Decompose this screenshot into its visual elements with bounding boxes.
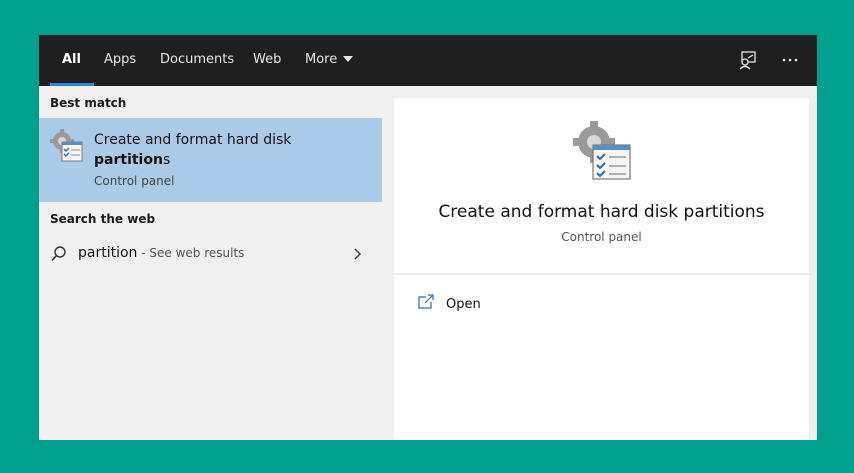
- preview-subtitle: Control panel: [561, 230, 642, 244]
- tab-more[interactable]: More: [305, 35, 354, 86]
- tab-more-label: More: [305, 52, 338, 67]
- tab-web[interactable]: Web: [253, 35, 281, 86]
- web-results-hint: - See web results: [137, 246, 245, 260]
- web-search-query: partition - See web results: [78, 245, 244, 261]
- tab-all-label: All: [62, 52, 81, 67]
- ellipsis-icon[interactable]: [779, 49, 801, 71]
- feedback-icon[interactable]: [737, 49, 759, 71]
- best-match-title-prefix: Create and format hard disk: [94, 132, 292, 148]
- best-match-title-suffix: s: [162, 152, 171, 168]
- web-query-text: partition: [78, 245, 138, 261]
- tab-documents-label: Documents: [160, 52, 235, 67]
- top-navigation-bar: All Apps Documents Web More: [39, 35, 817, 86]
- best-match-title-highlight: partition: [94, 152, 163, 168]
- open-action[interactable]: Open: [446, 297, 481, 312]
- best-match-heading: Best match: [50, 96, 127, 110]
- tab-apps-label: Apps: [104, 52, 137, 67]
- web-search-result[interactable]: partition - See web results: [39, 238, 382, 268]
- results-pane: Best match Create and format hard disk p…: [39, 86, 382, 440]
- tab-documents[interactable]: Documents: [160, 35, 234, 86]
- divider: [394, 273, 809, 275]
- search-web-heading: Search the web: [50, 212, 156, 226]
- tab-all[interactable]: All: [50, 35, 94, 86]
- best-match-result[interactable]: Create and format hard disk partitions C…: [39, 118, 382, 202]
- search-icon: [50, 245, 68, 267]
- control-panel-gear-checklist-icon: [572, 120, 634, 186]
- best-match-subtitle: Control panel: [94, 174, 175, 188]
- search-window: All Apps Documents Web More Best match C…: [39, 35, 817, 440]
- open-icon[interactable]: [417, 294, 435, 314]
- preview-pane: Create and format hard disk partitions C…: [394, 98, 809, 440]
- tab-apps[interactable]: Apps: [104, 35, 136, 86]
- control-panel-gear-checklist-icon: [50, 129, 84, 167]
- chevron-right-icon[interactable]: [352, 246, 364, 265]
- chevron-down-icon: [343, 55, 354, 62]
- tab-web-label: Web: [253, 52, 282, 67]
- preview-title: Create and format hard disk partitions: [438, 202, 765, 222]
- best-match-title: Create and format hard disk partitions: [94, 130, 354, 170]
